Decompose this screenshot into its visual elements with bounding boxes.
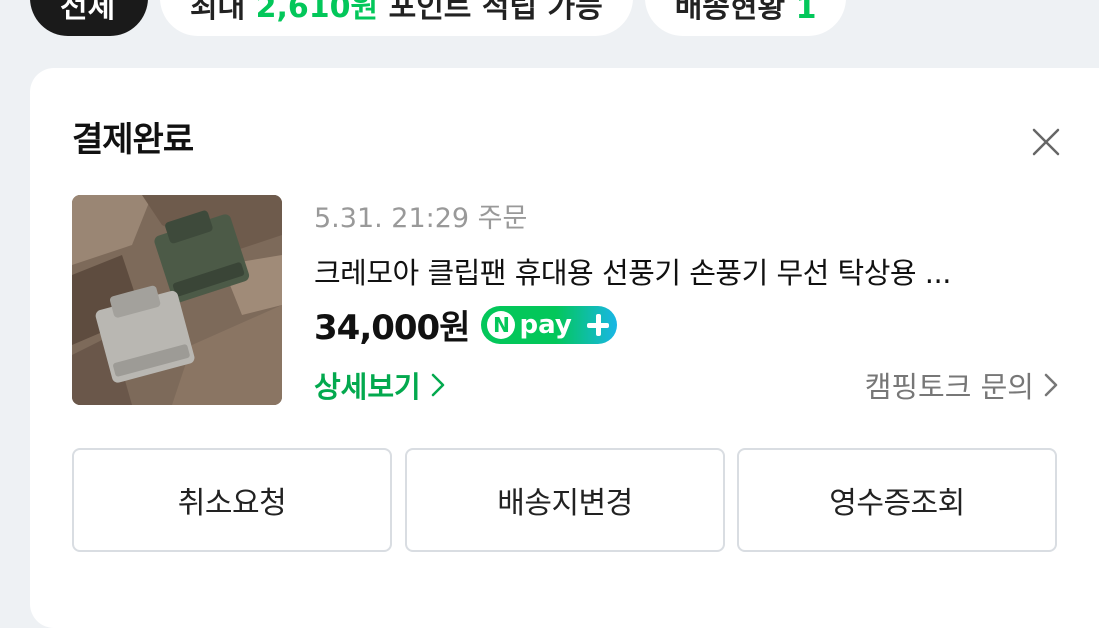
order-status-title: 결제완료 <box>72 120 194 160</box>
close-icon[interactable] <box>1030 126 1062 158</box>
cancel-request-button[interactable]: 취소요청 <box>72 448 392 552</box>
product-thumbnail[interactable] <box>72 195 282 405</box>
chip-points-amount: 2,610원 <box>255 0 379 25</box>
chip-delivery-label: 배송현황 <box>674 0 786 25</box>
order-card: 결제완료 5.31. 21:29 주문 크레모아 클립팬 휴대용 선풍기 손풍기… <box>30 68 1099 628</box>
chip-all[interactable]: 전체 <box>30 0 148 36</box>
chip-points-suffix: 포인트 적립 가능 <box>388 0 603 25</box>
view-details-link[interactable]: 상세보기 <box>314 364 447 406</box>
change-address-button[interactable]: 배송지변경 <box>405 448 725 552</box>
view-receipt-label: 영수증조회 <box>829 486 965 521</box>
npay-pay-text: pay <box>519 309 572 340</box>
chip-all-label: 전체 <box>60 0 116 25</box>
chevron-right-icon <box>1044 373 1058 397</box>
chip-delivery[interactable]: 배송현황 1 <box>644 0 847 36</box>
npay-n-logo: N <box>487 310 516 339</box>
product-name[interactable]: 크레모아 클립팬 휴대용 선풍기 손풍기 무선 탁상용 ... <box>314 250 951 292</box>
npay-plus-icon <box>585 312 611 338</box>
view-details-label: 상세보기 <box>314 370 421 404</box>
seller-inquiry-link[interactable]: 캠핑토크 문의 <box>865 364 1060 406</box>
view-receipt-button[interactable]: 영수증조회 <box>737 448 1057 552</box>
order-date: 5.31. 21:29 주문 <box>314 203 528 234</box>
seller-inquiry-label: 캠핑토크 문의 <box>864 370 1034 404</box>
chip-points[interactable]: 최대 2,610원 포인트 적립 가능 <box>160 0 633 36</box>
chip-delivery-count: 1 <box>795 0 817 26</box>
cancel-request-label: 취소요청 <box>177 486 287 521</box>
product-price: 34,000원 <box>314 308 470 348</box>
change-address-label: 배송지변경 <box>497 486 633 521</box>
price-row: 34,000원 N pay <box>314 300 618 349</box>
filter-chips: 전체 최대 2,610원 포인트 적립 가능 배송현황 1 <box>30 0 847 36</box>
chip-points-prefix: 최대 <box>190 0 246 25</box>
npay-badge: N pay <box>481 305 618 344</box>
chevron-right-icon <box>431 373 444 397</box>
